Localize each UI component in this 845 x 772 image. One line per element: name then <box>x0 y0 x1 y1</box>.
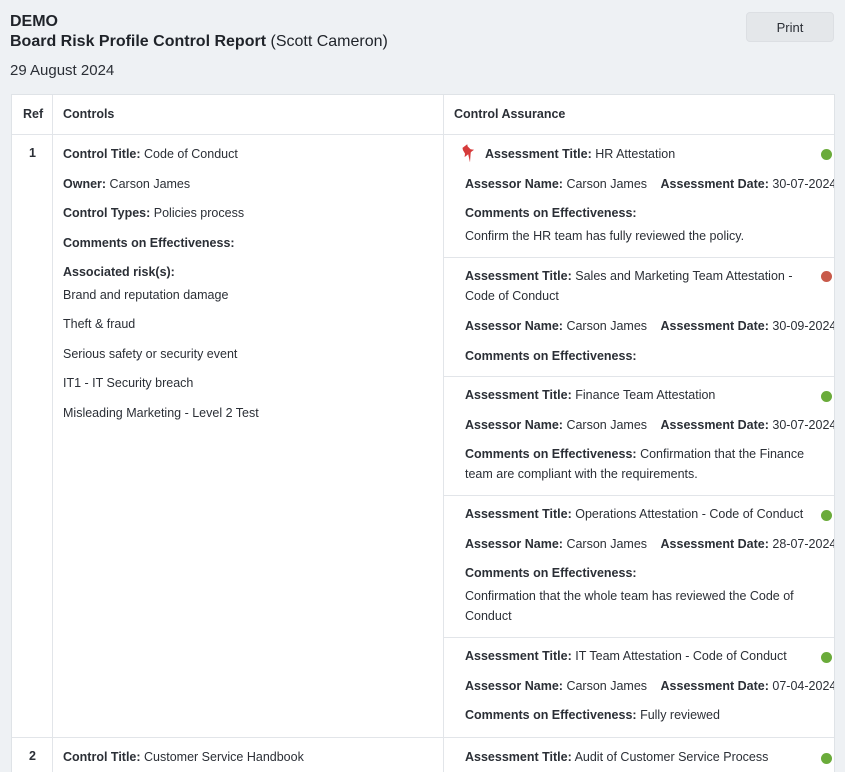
assessment-divider <box>443 637 834 638</box>
row-ref: 1 <box>29 146 36 160</box>
assessment-title-value: HR Attestation <box>595 147 676 161</box>
assessment-comment: Confirmation that the whole team has rev… <box>465 589 794 623</box>
assessment-title-label: Assessment Title: <box>465 649 572 663</box>
assessment-title-value: Operations Attestation - Code of Conduct <box>575 507 804 521</box>
status-dot-green <box>821 510 832 521</box>
assessment-date-value: 07-04-2024 <box>772 679 835 693</box>
comments-label: Comments on Effectiveness: <box>63 236 235 250</box>
assessment-date-value: 30-07-2024 <box>772 418 835 432</box>
column-divider <box>52 95 53 772</box>
control-types-value: Policies process <box>153 206 245 220</box>
assessment-date-value: 30-09-2024 <box>772 319 835 333</box>
owner-value: Carson James <box>109 177 191 191</box>
assessment-title-label: Assessment Title: <box>465 507 572 521</box>
assessor-name-value: Carson James <box>566 679 648 693</box>
assessment-divider <box>443 376 834 377</box>
status-dot-green <box>821 652 832 663</box>
control-title-value: Code of Conduct <box>144 147 238 161</box>
assessment-title-value: Audit of Customer Service Process <box>574 750 769 764</box>
column-header-controls: Controls <box>63 107 115 121</box>
assessment-date-value: 28-07-2024 <box>772 537 835 551</box>
assessment-title-value: Finance Team Attestation <box>575 388 716 402</box>
associated-risks-label: Associated risk(s): <box>63 265 175 279</box>
assessment-title-value: IT Team Attestation - Code of Conduct <box>575 649 787 663</box>
report-table: Ref Controls Control Assurance 1 Control… <box>11 94 835 772</box>
assessment-title-label: Assessment Title: <box>465 269 572 283</box>
report-header: DEMO Board Risk Profile Control Report (… <box>10 12 388 81</box>
assessment-comment: Confirm the HR team has fully reviewed t… <box>465 229 745 243</box>
column-divider <box>443 95 444 772</box>
report-title: Board Risk Profile Control Report <box>10 33 267 50</box>
assessment-divider <box>443 495 834 496</box>
report-date: 29 August 2024 <box>10 62 115 79</box>
organisation-name: DEMO <box>10 13 58 30</box>
assessor-name-value: Carson James <box>566 418 648 432</box>
report-owner: (Scott Cameron) <box>270 33 388 50</box>
assessment-title-label: Assessment Title: <box>465 750 572 764</box>
pushpin-icon <box>462 144 475 162</box>
status-dot-green <box>821 149 832 160</box>
control-title-label: Control Title: <box>63 147 141 161</box>
page-title: Board Risk Profile Control Report (Scott… <box>10 31 388 53</box>
column-header-assurance: Control Assurance <box>454 107 566 121</box>
assessor-name-value: Carson James <box>566 319 648 333</box>
row-ref: 2 <box>29 749 36 763</box>
assessor-name-value: Carson James <box>566 177 648 191</box>
column-header-ref: Ref <box>23 107 44 121</box>
print-button[interactable]: Print <box>746 12 834 42</box>
control-title-value: Customer Service Handbook <box>144 750 304 764</box>
assessment-comment: Fully reviewed <box>640 708 720 722</box>
row-divider <box>12 737 834 738</box>
status-dot-green <box>821 753 832 764</box>
status-dot-green <box>821 391 832 402</box>
control-types-label: Control Types: <box>63 206 151 220</box>
assessment-title-label: Assessment Title: <box>485 147 592 161</box>
assessment-divider <box>443 257 834 258</box>
table-header-row: Ref Controls Control Assurance <box>12 95 834 135</box>
owner-label: Owner: <box>63 177 107 191</box>
status-dot-red <box>821 271 832 282</box>
assessor-name-value: Carson James <box>566 537 648 551</box>
assessment-title-label: Assessment Title: <box>465 388 572 402</box>
control-title-label: Control Title: <box>63 750 141 764</box>
assessment-date-value: 30-07-2024 <box>772 177 835 191</box>
